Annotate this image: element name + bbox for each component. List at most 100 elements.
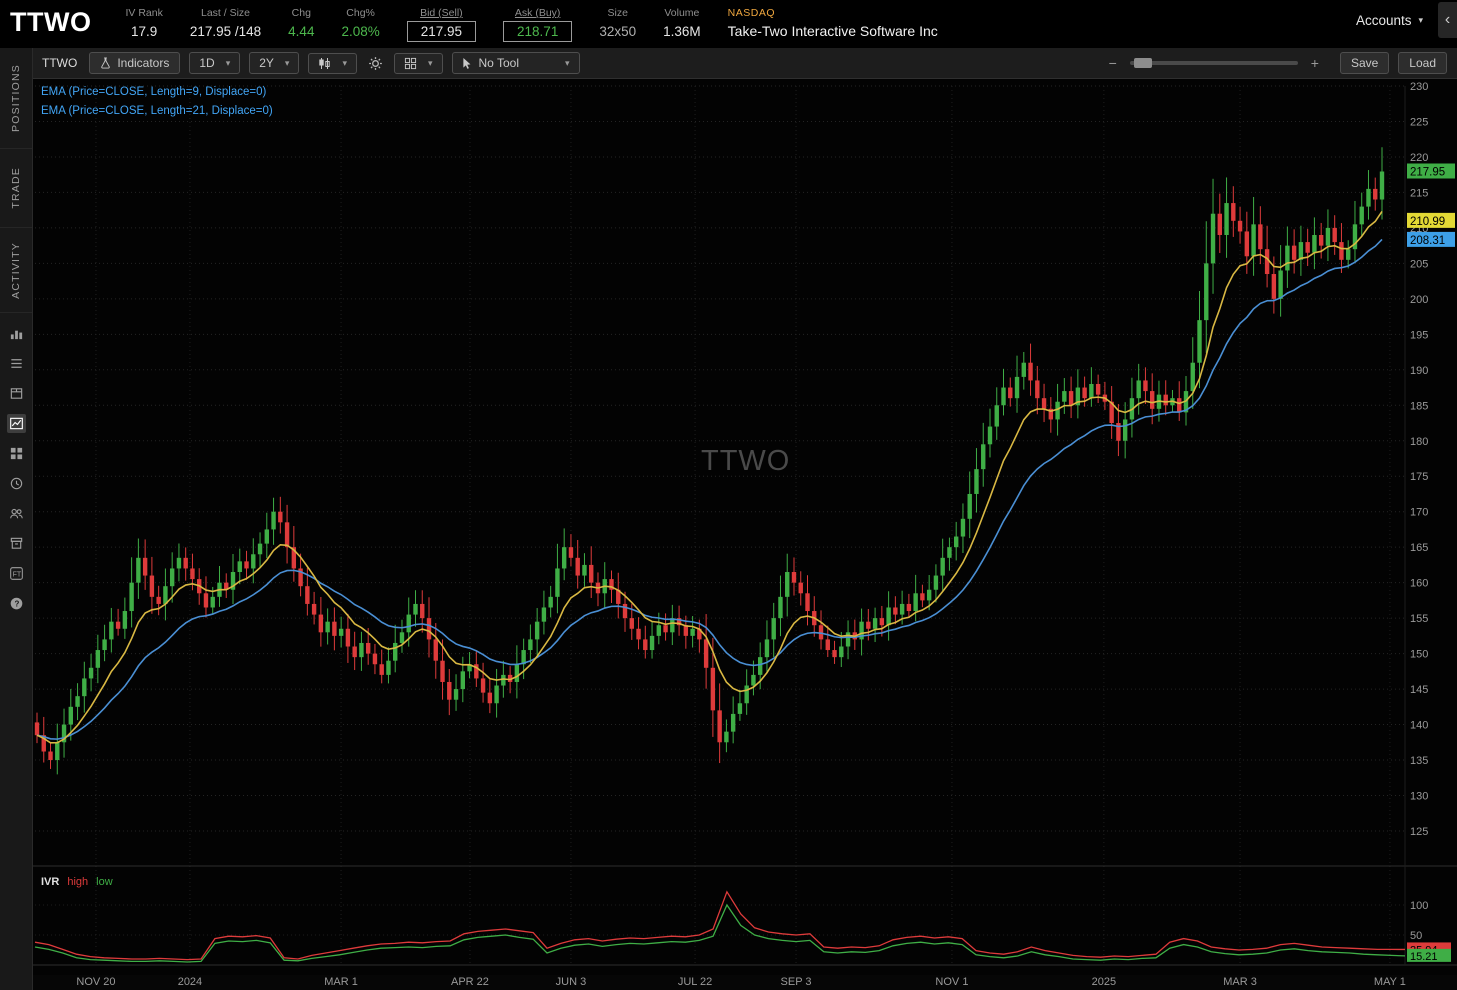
tab-label: ACTIVITY <box>10 242 22 299</box>
ema21-line <box>37 239 1382 739</box>
collapse-panel-button[interactable]: ‹ <box>1438 2 1457 38</box>
ema9-legend: EMA (Price=CLOSE, Length=9, Displace=0) <box>41 83 273 102</box>
ema-lines <box>37 211 1382 742</box>
range-value: 2Y <box>259 56 274 70</box>
field-value: 217.95 /148 <box>190 24 261 39</box>
chevron-down-icon: ▾ <box>226 58 231 69</box>
cursor-icon <box>462 57 472 70</box>
svg-text:100: 100 <box>1410 900 1428 912</box>
svg-text:200: 200 <box>1410 294 1428 306</box>
svg-text:185: 185 <box>1410 400 1428 412</box>
ft-icon[interactable]: FT <box>7 564 26 583</box>
svg-text:160: 160 <box>1410 578 1428 590</box>
candlestick-icon <box>318 57 331 70</box>
chart-settings-button[interactable] <box>366 56 385 71</box>
chart-symbol-label[interactable]: TTWO <box>42 56 77 70</box>
users-icon[interactable] <box>7 504 26 523</box>
svg-text:135: 135 <box>1410 755 1428 767</box>
ivr-title: IVR <box>41 876 59 888</box>
layout-dropdown[interactable]: ▾ <box>394 53 443 74</box>
svg-text:210.99: 210.99 <box>1410 216 1445 228</box>
layout-grid-icon <box>404 57 417 70</box>
header-field-chg: Chg 4.44 <box>288 4 314 39</box>
svg-text:205: 205 <box>1410 258 1428 270</box>
svg-text:FT: FT <box>12 571 21 578</box>
timeframe-value: 1D <box>199 56 214 70</box>
grid-icon[interactable] <box>7 444 26 463</box>
ivr-high-label: high <box>67 876 88 888</box>
study-legend: EMA (Price=CLOSE, Length=9, Displace=0) … <box>41 83 273 121</box>
x-axis-label: MAR 3 <box>1223 976 1257 988</box>
svg-text:175: 175 <box>1410 471 1428 483</box>
quote-header: TTWO IV Rank 17.9 Last / Size 217.95 /14… <box>0 0 1457 48</box>
tab-label: TRADE <box>10 167 22 209</box>
marker-labels: 217.95210.99208.3125.9415.21 <box>1407 163 1455 962</box>
archive-icon[interactable] <box>7 534 26 553</box>
chevron-left-icon: ‹ <box>1445 11 1450 29</box>
field-label: IV Rank <box>125 7 162 19</box>
chart-module-icon[interactable] <box>7 414 26 433</box>
sidebar-icon-stack: FT ? <box>7 324 26 613</box>
x-axis-label: MAR 1 <box>324 976 358 988</box>
ema21-legend: EMA (Price=CLOSE, Length=21, Displace=0) <box>41 102 273 121</box>
exchange-label: NASDAQ <box>728 7 775 19</box>
sidebar-tab-trade[interactable]: TRADE <box>0 149 32 228</box>
svg-text:208.31: 208.31 <box>1410 235 1445 247</box>
svg-text:217.95: 217.95 <box>1410 166 1445 178</box>
gridlines <box>33 86 1457 965</box>
x-axis-label: 2024 <box>178 976 202 988</box>
zoom-slider-handle[interactable] <box>1134 58 1152 68</box>
package-icon[interactable] <box>7 384 26 403</box>
accounts-label: Accounts <box>1356 13 1412 28</box>
x-axis-label: NOV 20 <box>76 976 115 988</box>
zoom-in-button[interactable]: + <box>1307 55 1323 71</box>
svg-text:215: 215 <box>1410 187 1428 199</box>
ask-button[interactable]: 218.71 <box>503 21 572 42</box>
trading-app: TTWO IV Rank 17.9 Last / Size 217.95 /14… <box>0 0 1457 990</box>
chart-type-dropdown[interactable]: ▾ <box>308 53 357 74</box>
svg-text:225: 225 <box>1410 116 1428 128</box>
axis-labels: 2302252202152102052001951901851801751701… <box>1410 81 1428 942</box>
header-field-chg-pct: Chg% 2.08% <box>341 4 379 39</box>
svg-text:?: ? <box>14 599 19 608</box>
chevron-down-icon: ▾ <box>342 58 347 69</box>
help-icon[interactable]: ? <box>7 594 26 613</box>
svg-text:50: 50 <box>1410 930 1422 942</box>
x-axis-label: APR 22 <box>451 976 489 988</box>
candles <box>35 147 1384 774</box>
accounts-menu[interactable]: Accounts ▾ <box>1356 13 1423 28</box>
svg-text:155: 155 <box>1410 613 1428 625</box>
svg-text:125: 125 <box>1410 826 1428 838</box>
zoom-slider[interactable] <box>1130 61 1298 65</box>
x-axis-label: MAY 1 <box>1374 976 1406 988</box>
sidebar-tab-activity[interactable]: ACTIVITY <box>0 228 32 313</box>
chart-toolbar: TTWO Indicators 1D ▾ 2Y ▾ ▾ ▾ No Tool <box>33 48 1457 79</box>
ask-label: Ask (Buy) <box>515 7 561 19</box>
field-value: 1.36M <box>663 24 701 39</box>
ivr-lines <box>35 892 1405 962</box>
x-axis: NOV 202024MAR 1APR 22JUN 3JUL 22SEP 3NOV… <box>33 975 1457 990</box>
zoom-out-button[interactable]: − <box>1105 55 1121 71</box>
load-button[interactable]: Load <box>1398 52 1447 74</box>
timeframe-dropdown[interactable]: 1D ▾ <box>189 52 240 74</box>
bar-chart-icon[interactable] <box>7 324 26 343</box>
field-label: Chg% <box>346 7 375 19</box>
x-axis-label: JUN 3 <box>556 976 587 988</box>
chart-region: EMA (Price=CLOSE, Length=9, Displace=0) … <box>33 79 1457 990</box>
field-label: Size <box>608 7 628 19</box>
history-icon[interactable] <box>7 474 26 493</box>
sidebar-tab-positions[interactable]: POSITIONS <box>0 48 32 149</box>
save-button[interactable]: Save <box>1340 52 1389 74</box>
bid-button[interactable]: 217.95 <box>407 21 476 42</box>
x-axis-label: JUL 22 <box>678 976 712 988</box>
range-dropdown[interactable]: 2Y ▾ <box>249 52 299 74</box>
tool-current: No Tool <box>462 56 519 70</box>
svg-text:145: 145 <box>1410 684 1428 696</box>
indicators-button[interactable]: Indicators <box>89 52 180 74</box>
header-field-volume: Volume 1.36M <box>663 4 701 39</box>
price-chart-canvas[interactable]: 2302252202152102052001951901851801751701… <box>33 79 1457 975</box>
svg-text:180: 180 <box>1410 436 1428 448</box>
tool-dropdown[interactable]: No Tool ▾ <box>452 52 580 74</box>
ivr-low-label: low <box>96 876 113 888</box>
watchlist-icon[interactable] <box>7 354 26 373</box>
